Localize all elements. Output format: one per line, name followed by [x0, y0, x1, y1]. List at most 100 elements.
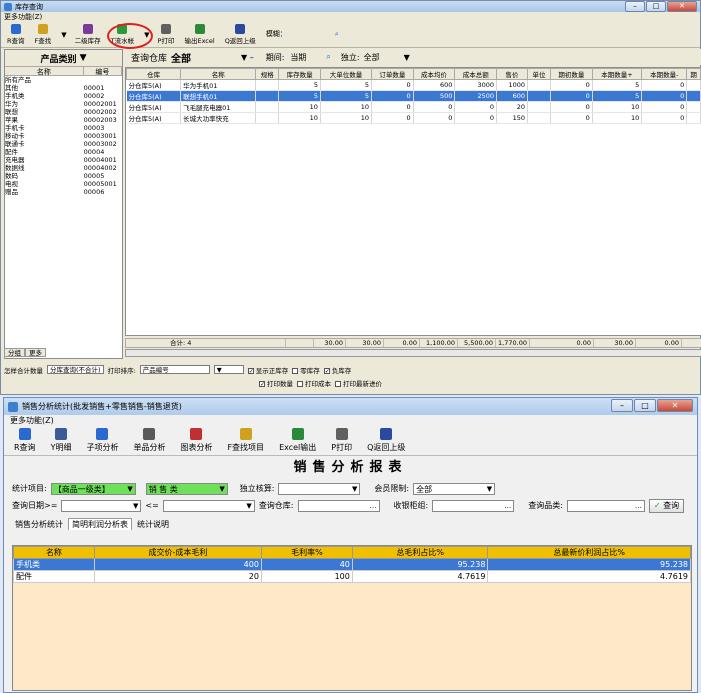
tab-more[interactable]: 更多 [25, 348, 46, 357]
warehouse-value[interactable]: 全部 [171, 50, 191, 65]
check-print-latest[interactable]: 打印最新进价 [335, 378, 382, 388]
search-icon[interactable]: ⌕ [335, 30, 339, 47]
grid-column-header[interactable]: 规格 [255, 68, 280, 80]
secondary-stock-button[interactable]: 二级库存 [75, 24, 101, 47]
search-icon[interactable]: ⌕ [326, 52, 330, 62]
tree-item[interactable]: 充电器 00004001 [5, 156, 122, 164]
sales-toolbar-button[interactable]: R查询 [14, 428, 36, 455]
stock-menu-more[interactable]: 更多功能(Z) [1, 12, 700, 22]
table-row[interactable]: 分仓库5(A) 长城大功率快充 10 10 0 0 0 150 0 10 0 [126, 112, 701, 124]
chevron-down-icon[interactable]: ▼ [61, 31, 66, 47]
col-code[interactable]: 编号 [84, 67, 122, 76]
date-from-input[interactable]: ▼ [61, 499, 142, 512]
profit-column-header[interactable]: 总毛利占比% [351, 546, 489, 559]
print-button[interactable]: P打印 [158, 24, 174, 47]
check-zero[interactable]: 零库存 [292, 365, 320, 375]
grid-column-header[interactable]: 期初数量 [550, 68, 593, 80]
independent-select[interactable]: ▼ [278, 482, 361, 495]
profit-column-header[interactable]: 总最新价利润占比% [487, 546, 691, 559]
tree-item[interactable]: 苹果 00002003 [5, 116, 122, 124]
stock-find-button[interactable]: F查找 [35, 24, 51, 47]
profit-column-header[interactable]: 名称 [13, 546, 95, 559]
grid-column-header[interactable]: 成本均价 [412, 68, 456, 80]
tree-item[interactable]: 数码 00005 [5, 172, 122, 180]
check-print-qty[interactable]: 打印数量 [259, 378, 293, 388]
stat-type-select[interactable]: 销 售 类 ▼ [145, 482, 228, 495]
chevron-down-icon[interactable]: ▼ – [241, 53, 254, 62]
tree-item[interactable]: 赠品 00006 [5, 188, 122, 196]
back-button[interactable]: Q返回上级 [225, 24, 256, 47]
grid-column-header[interactable]: 仓库 [126, 68, 182, 80]
minimize-icon[interactable]: – [611, 399, 633, 412]
table-cell: 20 [496, 101, 529, 113]
stock-query-button[interactable]: R查询 [7, 24, 25, 47]
check-negative[interactable]: 负库存 [323, 365, 351, 375]
tree-item[interactable]: 华为 00002001 [5, 100, 122, 108]
member-select[interactable]: 全部 ▼ [413, 482, 496, 495]
grid-column-header[interactable]: 本期数量- [641, 68, 688, 80]
tree-item[interactable]: 电视 00005001 [5, 180, 122, 188]
table-row[interactable]: 分仓库5(A) 飞毛腿充电器01 10 10 0 0 0 20 0 10 0 [126, 101, 701, 113]
profit-column-header[interactable]: 成交价-成本毛利 [93, 546, 262, 559]
product-input[interactable]: … [566, 499, 645, 512]
tree-item[interactable]: 数据线 00004002 [5, 164, 122, 172]
close-icon[interactable]: ✕ [657, 399, 693, 412]
table-row[interactable]: 配件 20 100 4.7619 4.7619 [13, 570, 691, 583]
tab-group[interactable]: 分组 [4, 348, 25, 357]
date-to-input[interactable]: ▼ [162, 499, 255, 512]
tab-sales-stat[interactable]: 销售分析统计 [12, 519, 66, 530]
close-icon[interactable]: ✕ [667, 1, 697, 12]
sort-order-select[interactable]: ▼ [213, 365, 244, 374]
minimize-icon[interactable]: – [625, 1, 645, 12]
tree-item[interactable]: 其他 00001 [5, 84, 122, 92]
independent-value[interactable]: 全部 [364, 52, 380, 63]
sales-menu-more[interactable]: 更多功能(Z) [4, 415, 697, 427]
table-row[interactable]: 手机类 400 40 95.238 95.238 [13, 558, 691, 571]
grid-column-header[interactable]: 本期数量+ [591, 68, 643, 80]
grid-column-header[interactable]: 单位 [527, 68, 552, 80]
grid-column-header[interactable]: 期 [686, 68, 701, 80]
grid-column-header[interactable]: 库存数量 [278, 68, 321, 80]
tree-item[interactable]: 所有产品 [5, 76, 122, 84]
sales-toolbar-button[interactable]: 子项分析 [86, 428, 118, 455]
cashier-input[interactable]: … [432, 499, 515, 512]
stat-select[interactable]: 分库查询(不合计) [47, 365, 104, 374]
maximize-icon[interactable]: □ [634, 399, 656, 412]
tree-item[interactable]: 手机卡 00003 [5, 124, 122, 132]
col-name[interactable]: 名称 [5, 67, 84, 76]
grid-column-header[interactable]: 大单位数量 [319, 68, 372, 80]
export-excel-button[interactable]: 输出Excel [184, 24, 215, 47]
tree-item[interactable]: 联通卡 00003002 [5, 140, 122, 148]
query-button[interactable]: ✓ 查询 [648, 498, 685, 513]
tree-item[interactable]: 手机类 00002 [5, 92, 122, 100]
sales-toolbar-button[interactable]: Q返回上级 [367, 428, 405, 455]
category-header[interactable]: 产品类别 ▼ [5, 50, 122, 67]
profit-column-header[interactable]: 毛利率% [260, 546, 353, 559]
warehouse-input[interactable]: … [297, 499, 380, 512]
grid-column-header[interactable]: 成本总额 [454, 68, 498, 80]
grid-column-header[interactable]: 售价 [496, 68, 529, 80]
tree-item[interactable]: 联想 00002002 [5, 108, 122, 116]
stat-item-select[interactable]: 【商品一级类】 ▼ [50, 482, 136, 495]
sales-toolbar-button[interactable]: Y明细 [51, 428, 71, 455]
sales-toolbar-button[interactable]: Excel输出 [279, 428, 316, 455]
tab-profit-analysis[interactable]: 简明利润分析表 [68, 518, 132, 530]
table-row[interactable]: 分仓库5(A) 华为手机01 5 5 0 600 3000 1000 0 5 0 [126, 79, 701, 91]
sales-toolbar-button[interactable]: P打印 [331, 428, 352, 455]
horizontal-scrollbar[interactable] [125, 349, 701, 357]
period-value[interactable]: 当期 [290, 52, 306, 63]
grid-column-header[interactable]: 名称 [180, 68, 257, 80]
tree-item[interactable]: 配件 00004 [5, 148, 122, 156]
sales-toolbar-button[interactable]: F查找项目 [227, 428, 264, 455]
sales-toolbar-button[interactable]: 单品分析 [133, 428, 165, 455]
table-row[interactable]: 分仓库5(A) 联想手机01 5 5 0 500 2500 600 0 5 0 [126, 90, 701, 102]
maximize-icon[interactable]: □ [646, 1, 666, 12]
check-show-positive[interactable]: 显示正库存 [247, 365, 288, 375]
tree-item[interactable]: 移动卡 00003001 [5, 132, 122, 140]
sales-toolbar-button[interactable]: 图表分析 [180, 428, 212, 455]
sort-select[interactable]: 产品编号 [139, 365, 210, 374]
grid-column-header[interactable]: 订单数量 [370, 68, 414, 80]
tab-stat-explain[interactable]: 统计说明 [134, 519, 172, 530]
check-print-cost[interactable]: 打印成本 [297, 378, 331, 388]
chevron-down-icon[interactable]: ▼ [404, 53, 410, 62]
